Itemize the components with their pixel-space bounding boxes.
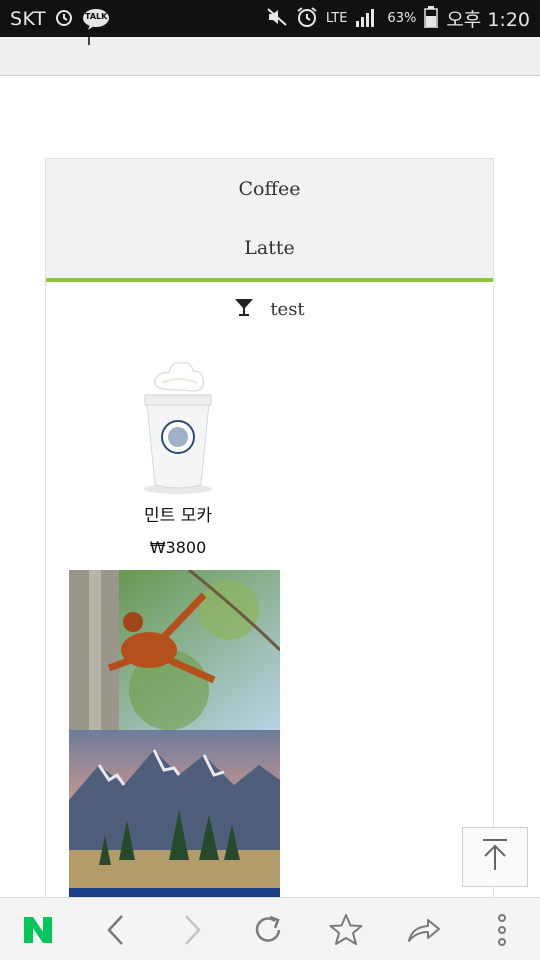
product-image[interactable] — [133, 357, 223, 497]
forward-icon[interactable] — [172, 910, 212, 950]
status-bar: SKT TALK LTE 63% 오후 1:20 — [0, 0, 540, 37]
signal-icon — [355, 7, 379, 31]
text-cursor — [88, 37, 90, 45]
refresh-icon[interactable] — [248, 910, 288, 950]
network-type: LTE — [325, 11, 348, 26]
share-icon[interactable] — [404, 910, 444, 950]
menu-card: Coffee Latte test 민트 모카 ₩3800 — [45, 158, 494, 918]
filter-label: test — [270, 298, 305, 320]
tab-coffee[interactable]: Coffee — [46, 159, 493, 218]
talk-label: TALK — [84, 11, 108, 21]
product-item[interactable]: 민트 모카 ₩3800 — [108, 357, 248, 557]
battery-percent: 63% — [387, 11, 417, 26]
product-name: 민트 모카 — [144, 506, 212, 526]
product-price: ₩3800 — [149, 538, 207, 557]
orangutan-image[interactable] — [69, 570, 280, 730]
arrow-up-icon — [480, 838, 510, 876]
scroll-to-top-button[interactable] — [462, 827, 528, 887]
more-icon[interactable] — [482, 910, 522, 950]
alarm-clock-icon — [54, 7, 74, 31]
category-tabs: Coffee Latte — [46, 159, 493, 282]
talk-icon: TALK — [82, 8, 110, 30]
cocktail-glass-icon — [234, 297, 254, 322]
star-icon[interactable] — [326, 910, 366, 950]
browser-bottom-bar — [0, 897, 540, 960]
mute-icon — [266, 7, 288, 31]
filter-row[interactable]: test — [46, 282, 493, 336]
tab-latte[interactable]: Latte — [46, 218, 493, 277]
back-icon[interactable] — [96, 910, 136, 950]
clock: 오후 1:20 — [446, 9, 530, 31]
alarm-icon — [296, 6, 318, 32]
mountain-landscape-image[interactable] — [69, 730, 280, 900]
browser-top-bar — [0, 37, 540, 76]
battery-icon — [424, 5, 439, 32]
carrier-label: SKT — [10, 7, 47, 30]
naver-logo-icon[interactable] — [18, 910, 58, 950]
